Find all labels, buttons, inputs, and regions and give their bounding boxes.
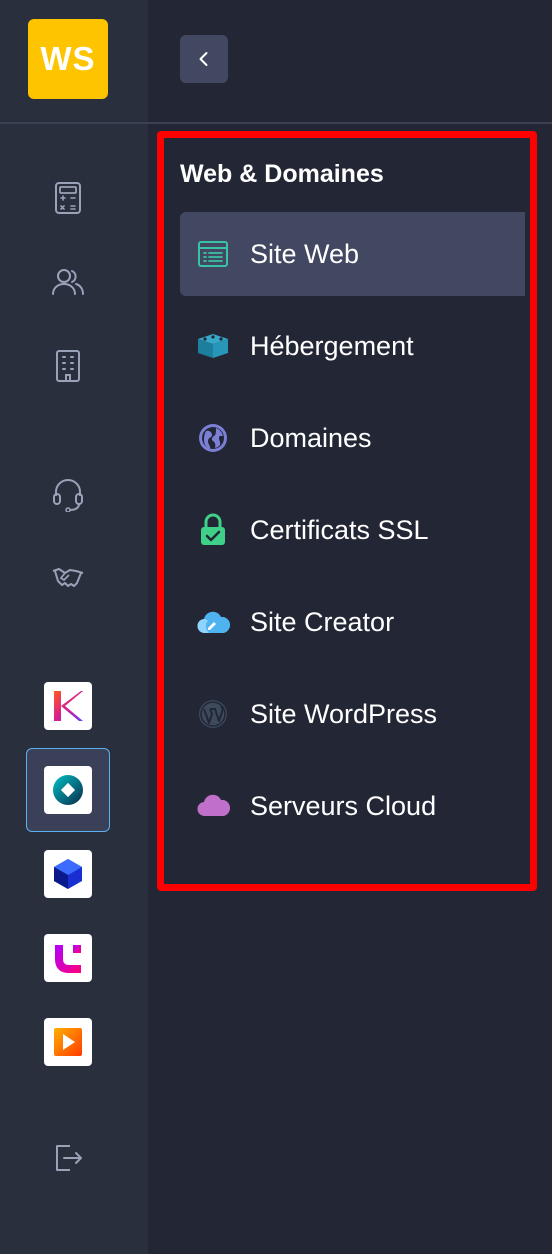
menu-item-label: Site WordPress bbox=[250, 698, 438, 729]
phone-logo-icon bbox=[55, 945, 81, 973]
rail-calculator[interactable] bbox=[44, 174, 92, 222]
cloud-pencil-icon bbox=[196, 605, 230, 639]
menu-item-site-wordpress[interactable]: Site WordPress bbox=[180, 672, 525, 756]
menu-item-label: Site Creator bbox=[250, 606, 395, 637]
play-logo-icon bbox=[54, 1028, 82, 1056]
menu-item-hebergement[interactable]: Hébergement bbox=[180, 304, 525, 388]
menu-item-site-web[interactable]: Site Web bbox=[180, 212, 525, 296]
app-tile-play[interactable] bbox=[44, 1018, 92, 1066]
rail-support[interactable] bbox=[44, 470, 92, 518]
wordpress-icon bbox=[196, 697, 230, 731]
menu-item-label: Hébergement bbox=[250, 330, 414, 361]
header-divider bbox=[0, 122, 552, 124]
server-stack-icon bbox=[196, 329, 230, 363]
handshake-icon bbox=[52, 568, 84, 587]
menu-item-label: Serveurs Cloud bbox=[250, 790, 437, 821]
menu-item-site-creator[interactable]: Site Creator bbox=[180, 580, 525, 664]
menu-item-label: Certificats SSL bbox=[250, 514, 429, 545]
building-icon bbox=[56, 350, 80, 382]
calculator-icon bbox=[55, 182, 81, 214]
rail-partners[interactable] bbox=[44, 554, 92, 602]
k-logo-icon bbox=[54, 691, 83, 721]
o-logo-icon bbox=[53, 775, 83, 805]
lock-check-icon bbox=[196, 513, 230, 547]
cube-logo-icon bbox=[54, 859, 82, 889]
app-tile-cube[interactable] bbox=[44, 850, 92, 898]
rail-users[interactable] bbox=[44, 258, 92, 306]
menu-item-label: Site Web bbox=[250, 238, 360, 269]
menu-item-domaines[interactable]: Domaines bbox=[180, 396, 525, 480]
users-icon bbox=[52, 269, 84, 295]
logout-icon bbox=[56, 1145, 82, 1171]
logout-button[interactable] bbox=[44, 1134, 92, 1182]
back-button[interactable] bbox=[180, 35, 228, 83]
app-tile-o[interactable] bbox=[44, 766, 92, 814]
chevron-left-icon bbox=[199, 52, 208, 66]
section-title: Web & Domaines bbox=[180, 160, 384, 188]
menu-item-label: Domaines bbox=[250, 422, 372, 453]
rail-building[interactable] bbox=[44, 342, 92, 390]
logo[interactable]: WS bbox=[28, 19, 108, 99]
app-tile-k[interactable] bbox=[44, 682, 92, 730]
app-tile-phone[interactable] bbox=[44, 934, 92, 982]
menu-item-certificats-ssl[interactable]: Certificats SSL bbox=[180, 488, 525, 572]
cloud-icon bbox=[196, 789, 230, 823]
browser-list-icon bbox=[196, 237, 230, 271]
globe-icon bbox=[196, 421, 230, 455]
menu-item-serveurs-cloud[interactable]: Serveurs Cloud bbox=[180, 764, 525, 848]
headset-icon bbox=[53, 479, 83, 512]
